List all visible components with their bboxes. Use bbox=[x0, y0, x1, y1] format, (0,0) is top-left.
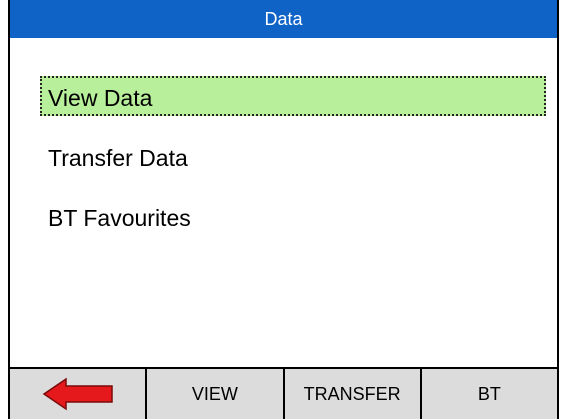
menu-item-bt-favourites[interactable]: BT Favourites bbox=[40, 196, 546, 236]
left-arrow-icon bbox=[42, 377, 114, 411]
title-bar: Data bbox=[10, 0, 557, 38]
softkey-bar: VIEW TRANSFER BT bbox=[10, 367, 557, 419]
menu-item-view-data[interactable]: View Data bbox=[40, 76, 546, 116]
menu-item-transfer-data[interactable]: Transfer Data bbox=[40, 136, 546, 176]
bt-softkey[interactable]: BT bbox=[422, 369, 557, 419]
data-menu: View Data Transfer Data BT Favourites bbox=[10, 38, 557, 365]
back-softkey[interactable] bbox=[10, 369, 148, 419]
transfer-softkey[interactable]: TRANSFER bbox=[285, 369, 422, 419]
device-screen: Data View Data Transfer Data BT Favourit… bbox=[8, 0, 559, 419]
view-softkey[interactable]: VIEW bbox=[147, 369, 285, 419]
